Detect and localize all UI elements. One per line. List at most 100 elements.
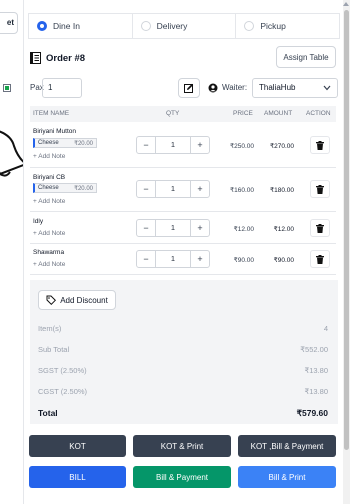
left-panel: et [0,0,24,504]
radio-delivery[interactable] [140,21,151,31]
order-title: Order #8 [46,52,86,64]
waiter-value: ThaliaHub [259,83,296,92]
radio-pickup[interactable] [244,21,255,31]
header-amount: AMOUNT [264,110,293,117]
minus-button[interactable]: − [137,251,155,267]
scroll-thumb[interactable] [344,10,349,450]
item-amount: ₹90.00 [273,257,294,264]
addon-name: Cheese [38,185,59,191]
order-header: Order #8 Assign Table [30,46,338,68]
waiter-label: Waiter: [222,83,248,92]
assign-table-button[interactable]: Assign Table [276,46,336,68]
item-price: ₹90.00 [233,257,254,264]
quantity-value[interactable]: 1 [155,220,191,236]
left-panel-button[interactable]: et [0,12,18,34]
bill-print-button[interactable]: Bill & Print [238,466,336,488]
quantity-value[interactable]: 1 [155,137,191,153]
tag-icon [46,295,57,305]
cgst-label: CGST (2.50%) [38,387,88,396]
plus-button[interactable]: + [191,220,209,236]
tab-label: Delivery [156,21,188,31]
total-row: Total ₹579.60 [38,408,328,418]
kot-print-button[interactable]: KOT & Print [133,435,231,457]
table-row: Shawarma + Add Note − 1 + ₹90.00 ₹90.00 [30,244,336,275]
tab-pickup[interactable]: Pickup [236,14,339,38]
addon-price: ₹20.00 [74,186,93,192]
chevron-down-icon [323,85,331,91]
sgst-value: ₹13.80 [304,366,328,375]
trash-icon [316,140,324,150]
quantity-stepper: − 1 + [136,180,210,198]
quantity-value[interactable]: 1 [155,251,191,267]
trash-icon [316,223,324,233]
subtotal-row: Sub Total ₹552.00 [38,345,328,354]
quantity-stepper: − 1 + [136,136,210,154]
cgst-value: ₹13.80 [304,387,328,396]
add-discount-label: Add Discount [60,295,108,305]
kot-bill-payment-button[interactable]: KOT ,Bill & Payment [238,435,336,457]
waiter-select[interactable]: ThaliaHub [252,78,338,98]
trash-icon [316,184,324,194]
kot-button[interactable]: KOT [29,435,126,457]
order-summary: Add Discount Item(s) 4 Sub Total ₹552.00… [30,280,338,424]
item-amount: ₹270.00 [269,143,294,150]
quantity-stepper: − 1 + [136,219,210,237]
delete-button[interactable] [310,250,330,268]
radio-dine-in[interactable] [37,21,47,31]
table-row: Biriyani CB Cheese ₹20.00 + Add Note − 1… [30,168,336,212]
item-price: ₹250.00 [229,143,254,150]
sgst-label: SGST (2.50%) [38,366,87,375]
total-label: Total [38,408,58,418]
minus-button[interactable]: − [137,137,155,153]
header-price: PRICE [233,110,253,117]
add-discount-button[interactable]: Add Discount [38,290,116,310]
total-value: ₹579.60 [296,408,328,418]
add-note-link[interactable]: + Add Note [33,230,65,237]
header-qty: QTY [166,110,180,117]
table-row: Biriyani Mutton Cheese ₹20.00 + Add Note… [30,122,336,168]
edit-button[interactable] [178,78,200,98]
items-count-row: Item(s) 4 [38,324,328,333]
addon-name: Cheese [38,140,59,146]
add-note-link[interactable]: + Add Note [33,198,65,205]
pax-waiter-row: Pax 1 Waiter: ThaliaHub [30,78,338,100]
item-name: Biriyani Mutton [33,128,76,135]
quantity-value[interactable]: 1 [155,181,191,197]
trash-icon [316,254,324,264]
item-name: Shawarma [33,249,65,256]
cgst-row: CGST (2.50%) ₹13.80 [38,387,328,396]
items-table-header: ITEM NAME QTY PRICE AMOUNT ACTION [30,106,336,122]
quantity-stepper: − 1 + [136,250,210,268]
add-note-link[interactable]: + Add Note [33,153,65,160]
delete-button[interactable] [310,180,330,198]
items-label: Item(s) [38,324,62,333]
header-action: ACTION [306,110,331,117]
minus-button[interactable]: − [137,220,155,236]
bill-payment-button[interactable]: Bill & Payment [133,466,231,488]
item-amount: ₹12.00 [273,226,294,233]
tab-dine-in[interactable]: Dine In [29,14,133,38]
delete-button[interactable] [310,136,330,154]
scroll-up-icon[interactable] [343,2,349,6]
veg-indicator-icon [3,84,11,92]
header-item-name: ITEM NAME [33,110,70,117]
item-price: ₹160.00 [229,187,254,194]
minus-button[interactable]: − [137,181,155,197]
subtotal-label: Sub Total [38,345,70,354]
table-row: Idly + Add Note − 1 + ₹12.00 ₹12.00 [30,212,336,244]
addon-price: ₹20.00 [74,141,93,147]
delete-button[interactable] [310,219,330,237]
scrollbar[interactable] [343,0,350,504]
pax-input[interactable]: 1 [42,78,82,98]
order-type-tabs: Dine In Delivery Pickup [28,13,340,39]
tab-label: Pickup [260,21,286,31]
plus-button[interactable]: + [191,181,209,197]
add-note-link[interactable]: + Add Note [33,261,65,268]
plus-button[interactable]: + [191,251,209,267]
addon-tag: Cheese ₹20.00 [33,183,97,193]
plus-button[interactable]: + [191,137,209,153]
tab-delivery[interactable]: Delivery [133,14,237,38]
item-name: Idly [33,218,44,225]
subtotal-value: ₹552.00 [300,345,328,354]
bill-button[interactable]: BILL [29,466,126,488]
